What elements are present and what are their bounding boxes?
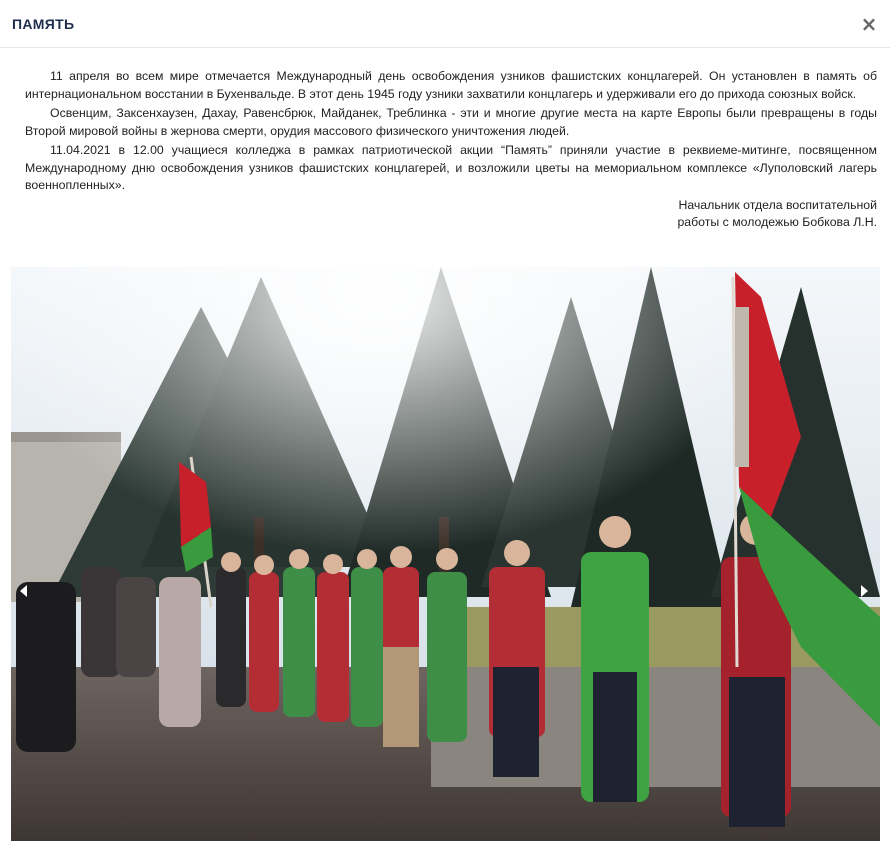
- chevron-left-icon[interactable]: [16, 580, 30, 602]
- signature-line: Начальник отдела воспитательной: [678, 197, 877, 212]
- close-icon[interactable]: ×: [860, 14, 878, 34]
- modal-window: ПАМЯТЬ × 11 апреля во всем мире отмечает…: [0, 0, 890, 843]
- chevron-right-icon[interactable]: [858, 580, 872, 602]
- article-paragraph: 11 апреля во всем мире отмечается Междун…: [25, 69, 877, 101]
- article-body: 11 апреля во всем мире отмечается Междун…: [0, 48, 890, 232]
- article-paragraph: 11.04.2021 в 12.00 учащиеся колледжа в р…: [25, 143, 877, 192]
- signature-line: работы с молодежью Бобкова Л.Н.: [677, 215, 877, 229]
- article-paragraph: Освенцим, Заксенхаузен, Дахау, Равенсбрю…: [25, 106, 877, 138]
- gallery-photo[interactable]: [11, 267, 880, 841]
- signature: Начальник отдела воспитательной работы с…: [25, 197, 877, 232]
- modal-title: ПАМЯТЬ: [12, 15, 75, 32]
- modal-header: ПАМЯТЬ ×: [0, 0, 890, 48]
